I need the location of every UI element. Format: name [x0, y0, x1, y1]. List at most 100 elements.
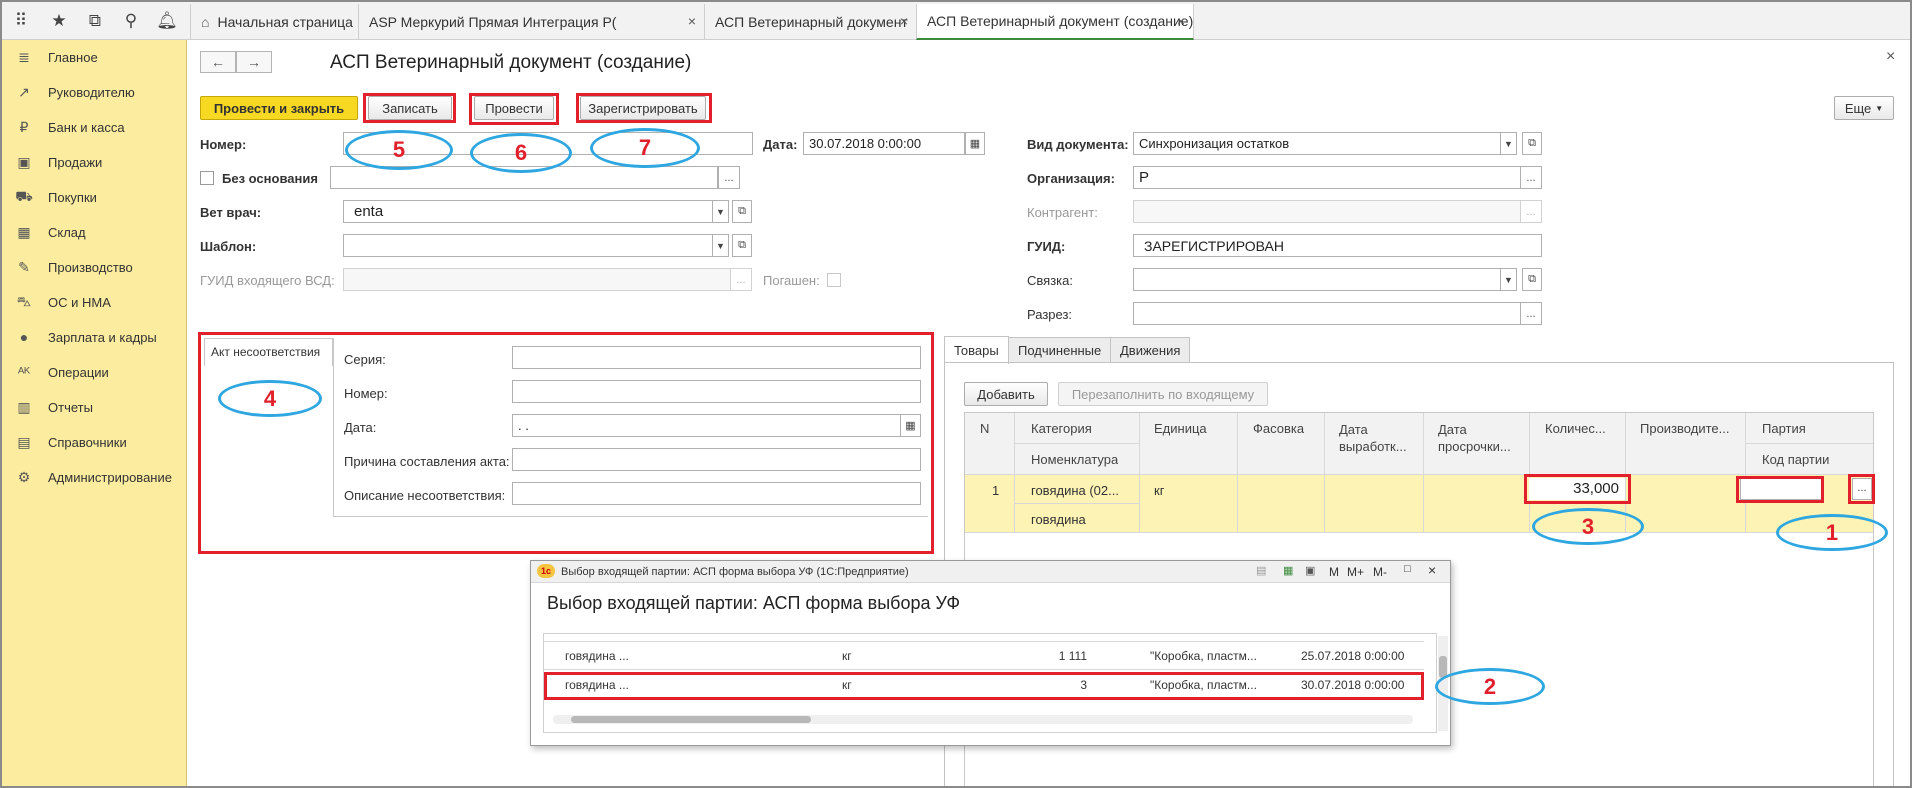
sidebar-item-label: Продажи — [48, 154, 103, 170]
doc-type-input[interactable]: Синхронизация остатков — [1133, 132, 1501, 155]
sidebar-item-production[interactable]: ✎ Производство — [14, 256, 133, 278]
memory-button[interactable]: M — [1329, 565, 1339, 579]
paid-label: Погашен: — [763, 273, 820, 288]
tab-vet-doc[interactable]: АСП Ветеринарный документ × — [704, 4, 916, 40]
open-icon[interactable]: ⧉ — [732, 200, 752, 223]
operations-icon: ᴬᴷ — [17, 364, 31, 380]
select-button[interactable]: ... — [1520, 302, 1542, 325]
tab-subordinate[interactable]: Подчиненные — [1008, 337, 1112, 363]
open-icon[interactable]: ⧉ — [732, 234, 752, 257]
batch-selection-dialog: 1c Выбор входящей партии: АСП форма выбо… — [530, 560, 1451, 746]
post-and-close-button[interactable]: Провести и закрыть — [200, 96, 358, 120]
forward-button[interactable]: → — [236, 51, 272, 73]
tab-goods[interactable]: Товары — [944, 336, 1009, 364]
close-icon: × — [1886, 48, 1896, 65]
tab-movements[interactable]: Движения — [1110, 337, 1191, 363]
template-input[interactable] — [343, 234, 713, 257]
sidebar-item-warehouse[interactable]: ▦ Склад — [14, 221, 85, 243]
book-icon: ▤ — [17, 433, 31, 450]
close-icon[interactable]: × — [1177, 13, 1185, 29]
annotation-box-qty — [1524, 474, 1631, 504]
link-input[interactable] — [1133, 268, 1501, 291]
calendar-icon[interactable]: ▣ — [1305, 564, 1315, 577]
dialog-row-date[interactable]: 25.07.2018 0:00:00 — [1301, 649, 1404, 663]
org-input[interactable]: Р — [1133, 166, 1522, 189]
tab-vet-doc-create[interactable]: АСП Ветеринарный документ (создание) × — [916, 4, 1194, 40]
tab-mercury[interactable]: ASP Меркурий Прямая Интеграция Р(× — [358, 4, 704, 40]
history-icon[interactable]: ⧉ — [80, 8, 110, 34]
apps-grid-icon[interactable]: ⠿ — [6, 8, 36, 34]
calendar-icon[interactable]: ▦ — [965, 132, 985, 155]
col-nomenclature: Номенклатура — [1031, 452, 1119, 467]
close-icon[interactable]: × — [900, 13, 908, 29]
cell-nomenclature[interactable]: говядина — [1031, 512, 1086, 527]
print-icon[interactable]: ▤ — [1256, 564, 1266, 577]
maximize-icon[interactable]: □ — [1404, 563, 1411, 575]
scrollbar-thumb[interactable] — [571, 716, 811, 723]
select-button: ... — [1520, 200, 1542, 223]
sidebar-item-operations[interactable]: ᴬᴷ Операции — [14, 361, 109, 383]
annotation-box-save — [363, 93, 456, 123]
more-button[interactable]: Еще ▼ — [1834, 96, 1894, 120]
no-basis-checkbox[interactable] — [200, 171, 214, 185]
row-separator — [544, 669, 1424, 670]
paid-checkbox[interactable] — [827, 273, 841, 287]
open-icon[interactable]: ⧉ — [1522, 268, 1542, 291]
sidebar-item-purchases[interactable]: ⛟ Покупки — [14, 186, 97, 208]
sidebar-item-assets[interactable]: ⛍ ОС и НМА — [14, 291, 111, 313]
cell-category[interactable]: говядина (02... — [1031, 483, 1119, 498]
dialog-row-unit[interactable]: кг — [842, 649, 852, 663]
star-icon[interactable]: ★ — [44, 8, 74, 34]
sidebar-item-sales[interactable]: ▣ Продажи — [14, 151, 102, 173]
dialog-row-name[interactable]: говядина ... — [565, 649, 629, 663]
select-button[interactable]: ... — [1520, 166, 1542, 189]
memory-plus-button[interactable]: M+ — [1347, 565, 1364, 579]
cell-unit[interactable]: кг — [1154, 483, 1164, 498]
doc-type-dropdown[interactable]: ▼ — [1500, 132, 1517, 155]
sidebar-item-director[interactable]: ↗ Руководителю — [14, 81, 135, 103]
open-icon[interactable]: ⧉ — [1522, 132, 1542, 155]
close-icon[interactable]: × — [1428, 562, 1436, 578]
date-input[interactable]: 30.07.2018 0:00:00 — [803, 132, 965, 155]
back-button[interactable]: ← — [200, 51, 236, 73]
panel-border — [1893, 362, 1894, 786]
select-button: ... — [730, 268, 752, 291]
sidebar-item-main[interactable]: ≣ Главное — [14, 46, 98, 68]
sidebar-item-salary[interactable]: ● Зарплата и кадры — [14, 326, 157, 348]
bell-icon[interactable]: 🔔︎ — [152, 8, 182, 34]
org-label: Организация: — [1027, 171, 1115, 186]
tab-home[interactable]: ⌂ Начальная страница — [190, 4, 358, 40]
col-unit: Единица — [1154, 421, 1207, 436]
memory-minus-button[interactable]: M- — [1373, 565, 1387, 579]
guid-in-label: ГУИД входящего ВСД: — [200, 273, 335, 288]
guid-input[interactable]: ЗАРЕГИСТРИРОВАН — [1133, 234, 1542, 257]
col-separator — [1324, 413, 1325, 532]
dialog-row-pack[interactable]: "Коробка, пластм... — [1150, 649, 1257, 663]
template-dropdown[interactable]: ▼ — [712, 234, 729, 257]
counterparty-input — [1133, 200, 1522, 223]
table-icon[interactable]: ▦ — [1283, 564, 1293, 577]
dialog-row-qty[interactable]: 1 111 — [1011, 649, 1087, 663]
sidebar-item-reports[interactable]: ▥ Отчеты — [14, 396, 93, 418]
select-button[interactable]: ... — [718, 166, 740, 189]
col-n: N — [980, 421, 990, 436]
sidebar-item-label: Руководителю — [48, 84, 135, 100]
vet-input[interactable]: enta — [343, 200, 713, 223]
annotation-box-dialog-row — [544, 672, 1424, 700]
close-icon[interactable]: × — [688, 13, 696, 29]
col-category: Категория — [1031, 421, 1092, 436]
sidebar-item-admin[interactable]: ⚙ Администрирование — [14, 466, 172, 488]
sidebar-item-bank[interactable]: ₽ Банк и касса — [14, 116, 125, 138]
vet-dropdown[interactable]: ▼ — [712, 200, 729, 223]
marker-label: 6 — [514, 140, 528, 165]
sidebar-item-label: Операции — [48, 364, 109, 380]
sidebar-item-catalogs[interactable]: ▤ Справочники — [14, 431, 126, 453]
close-form-button[interactable]: × — [1886, 48, 1895, 66]
search-icon[interactable]: ⚲ — [116, 8, 146, 34]
sidebar-item-label: Покупки — [48, 189, 97, 205]
counterparty-label: Контрагент: — [1027, 205, 1098, 220]
number-label: Номер: — [200, 137, 247, 152]
link-dropdown[interactable]: ▼ — [1500, 268, 1517, 291]
add-button[interactable]: Добавить — [964, 382, 1048, 406]
section-input[interactable] — [1133, 302, 1522, 325]
